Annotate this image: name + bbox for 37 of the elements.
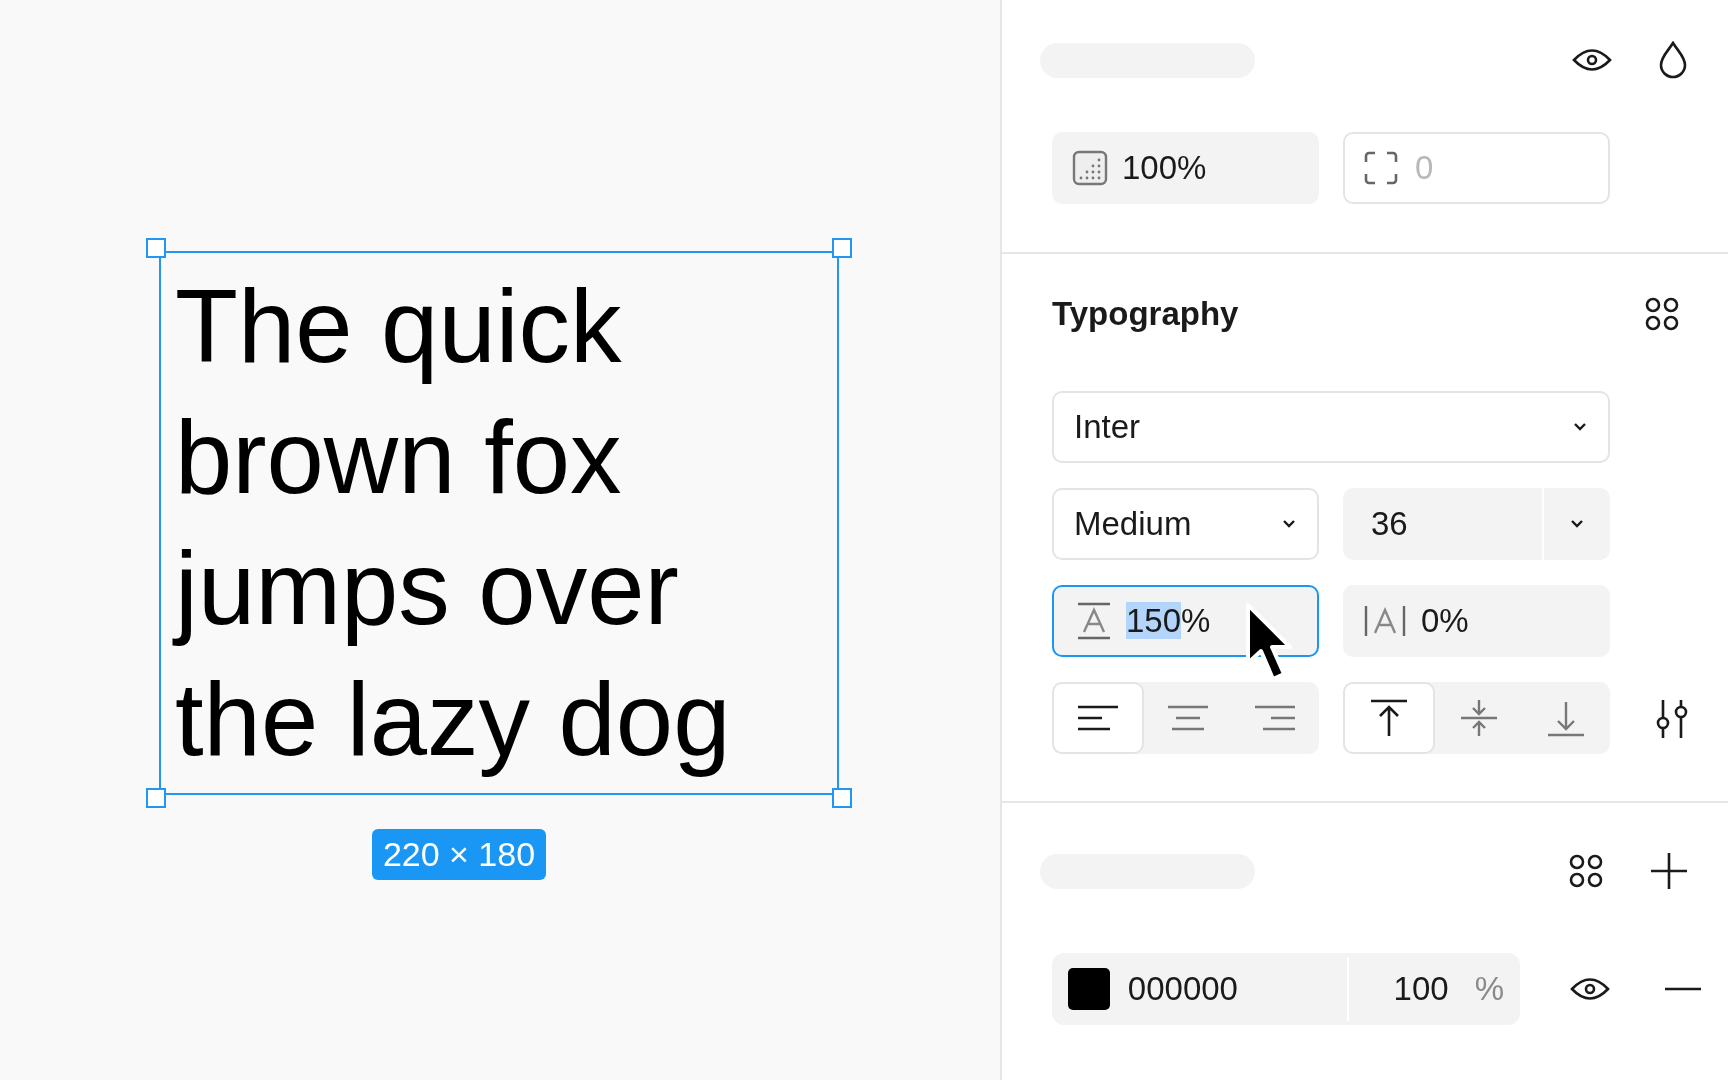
text-line: brown fox (175, 398, 623, 517)
section-title: Typography (1052, 295, 1239, 333)
resize-handle[interactable] (146, 237, 166, 258)
font-size-field[interactable]: 36 (1343, 488, 1610, 560)
align-top-icon (1368, 698, 1409, 738)
align-left-icon (1075, 704, 1120, 732)
font-family-dropdown[interactable]: Inter (1052, 391, 1610, 463)
add-icon[interactable] (1650, 852, 1688, 890)
resize-handle[interactable] (146, 787, 166, 808)
letter-spacing-field[interactable]: 0% (1343, 585, 1610, 657)
color-swatch[interactable] (1068, 968, 1110, 1010)
eye-icon[interactable] (1572, 47, 1612, 73)
opacity-icon (1072, 150, 1108, 186)
align-right-icon (1253, 704, 1298, 732)
drop-icon[interactable] (1658, 41, 1688, 79)
align-middle-icon (1458, 698, 1499, 738)
text-line: the lazy dog (175, 660, 732, 779)
font-weight-dropdown[interactable]: Medium (1052, 488, 1319, 560)
text-layer-frame[interactable] (159, 250, 839, 795)
chevron-icon[interactable] (1569, 519, 1585, 529)
text-line: The quick (175, 267, 623, 386)
corner-radius-field[interactable]: 0 (1343, 132, 1610, 204)
four-dots-icon[interactable] (1568, 853, 1604, 889)
opacity-field[interactable]: 100% (1052, 132, 1319, 204)
chevron-icon (1281, 519, 1297, 529)
corners-icon (1363, 150, 1399, 186)
remove-icon[interactable] (1664, 986, 1702, 992)
align-button[interactable] (1052, 682, 1144, 754)
eye-icon[interactable] (1570, 976, 1610, 1002)
size-label: 220 × 180 (371, 828, 547, 880)
fill-field[interactable]: 000000 100 % (1052, 953, 1520, 1025)
align-button[interactable] (1343, 682, 1435, 754)
four-dots-icon[interactable] (1644, 296, 1680, 332)
resize-handle[interactable] (832, 787, 852, 808)
chevron-icon (1572, 422, 1588, 432)
resize-handle[interactable] (832, 237, 852, 258)
align-center-icon (1165, 704, 1210, 732)
